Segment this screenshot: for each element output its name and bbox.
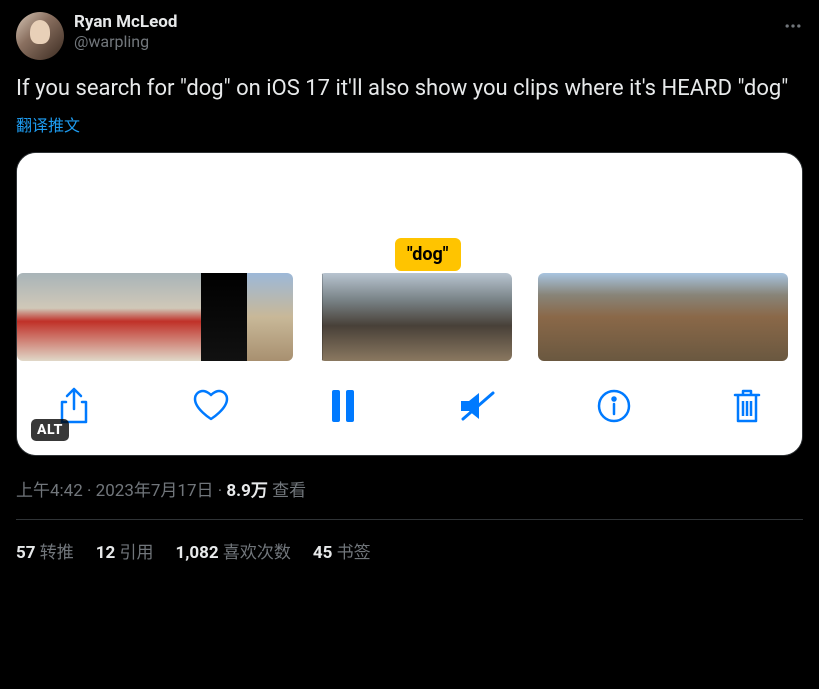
quotes-stat[interactable]: 12 引用: [96, 538, 154, 563]
timestamp[interactable]: 上午4:42: [16, 481, 83, 501]
clip-thumbnail: [458, 273, 512, 361]
bookmarks-stat[interactable]: 45 书签: [313, 538, 371, 563]
mute-button[interactable]: [457, 389, 497, 423]
clip-thumbnail: [390, 273, 458, 361]
clip-thumbnail: [322, 273, 390, 361]
date[interactable]: 2023年7月17日: [96, 481, 214, 501]
author-block[interactable]: Ryan McLeod @warpling: [74, 12, 765, 51]
clip-thumbnail: [584, 273, 630, 361]
trash-icon: [732, 388, 762, 424]
clip-thumbnail: [63, 273, 109, 361]
clip-group-3[interactable]: [538, 273, 788, 361]
translate-link[interactable]: 翻译推文: [16, 112, 80, 136]
clip-thumbnail: [538, 273, 584, 361]
clip-thumbnail: [247, 273, 293, 361]
likes-stat[interactable]: 1,082 喜欢次数: [175, 538, 290, 563]
delete-button[interactable]: [732, 388, 762, 424]
tweet-text: If you search for "dog" on iOS 17 it'll …: [16, 74, 803, 104]
video-timeline[interactable]: [17, 271, 802, 361]
playhead[interactable]: [319, 273, 322, 361]
views-label: 查看: [272, 481, 306, 501]
tweet-header: Ryan McLeod @warpling: [16, 12, 803, 60]
info-button[interactable]: [597, 389, 631, 423]
speaker-muted-icon: [457, 389, 497, 423]
clip-group-2[interactable]: [319, 273, 512, 361]
info-icon: [597, 389, 631, 423]
views-count: 8.9万: [226, 481, 267, 501]
pause-icon: [330, 390, 356, 422]
display-name: Ryan McLeod: [74, 12, 765, 32]
clip-thumbnail: [155, 273, 201, 361]
more-button[interactable]: [775, 12, 811, 43]
pause-button[interactable]: [330, 390, 356, 422]
media-top: "dog": [17, 153, 802, 271]
ellipsis-icon: [783, 16, 803, 36]
tweet-stats: 57 转推 12 引用 1,082 喜欢次数 45 书签: [16, 520, 803, 563]
clip-thumbnail: [676, 273, 722, 361]
clip-thumbnail: [17, 273, 63, 361]
clip-thumbnail: [722, 273, 768, 361]
clip-thumbnail: [768, 273, 788, 361]
like-button[interactable]: [192, 389, 230, 423]
media-attachment[interactable]: "dog": [16, 152, 803, 456]
heart-icon: [192, 389, 230, 423]
clip-group-1[interactable]: [17, 273, 293, 361]
search-token-label: "dog": [395, 238, 461, 271]
tweet-container: Ryan McLeod @warpling If you search for …: [0, 0, 819, 563]
handle: @warpling: [74, 32, 765, 51]
alt-badge[interactable]: ALT: [31, 419, 69, 441]
avatar[interactable]: [16, 12, 64, 60]
media-toolbar: [17, 361, 802, 455]
tweet-meta: 上午4:42 · 2023年7月17日 · 8.9万 查看: [16, 476, 803, 501]
clip-thumbnail: [109, 273, 155, 361]
retweets-stat[interactable]: 57 转推: [16, 538, 74, 563]
clip-thumbnail: [201, 273, 247, 361]
clip-thumbnail: [630, 273, 676, 361]
